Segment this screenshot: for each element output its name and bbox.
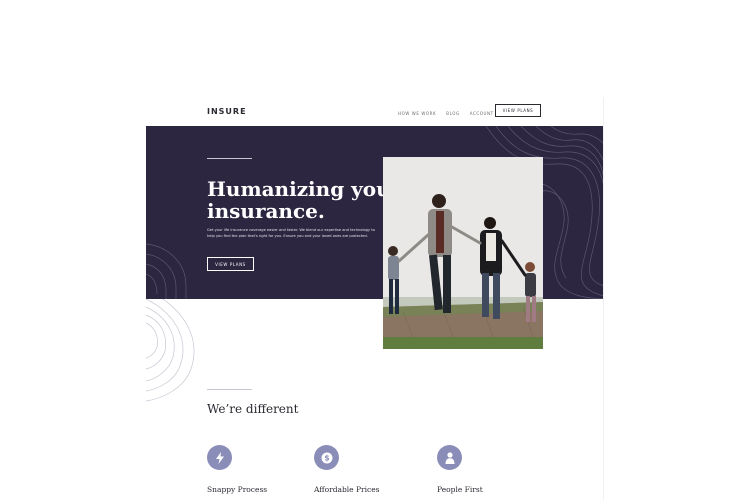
different-title: We’re different <box>207 402 299 416</box>
hero-description: Get your life insurance coverage easier … <box>207 228 375 238</box>
logo[interactable]: INSURE <box>207 107 247 116</box>
lower-line-pattern <box>146 299 195 402</box>
lightning-icon <box>207 445 232 470</box>
main-nav: HOW WE WORK BLOG ACCOUNT <box>398 111 494 116</box>
feature-label: Affordable Prices <box>314 485 380 494</box>
family-photo <box>383 157 543 349</box>
dollar-icon: $ <box>314 445 339 470</box>
feature-people-first: People First <box>437 445 483 494</box>
svg-text:$: $ <box>324 453 329 462</box>
page: INSURE HOW WE WORK BLOG ACCOUNT VIEW PLA… <box>146 97 604 500</box>
feature-label: People First <box>437 485 483 494</box>
page-edge <box>603 97 604 500</box>
family-illustration <box>383 157 543 349</box>
hero-divider <box>207 158 252 159</box>
feature-label: Snappy Process <box>207 485 268 494</box>
hero-title: Humanizing your insurance. <box>207 177 402 223</box>
feature-affordable-prices: $ Affordable Prices <box>314 445 380 494</box>
different-divider <box>207 389 252 390</box>
view-plans-hero-button[interactable]: VIEW PLANS <box>207 257 254 271</box>
view-plans-nav-button[interactable]: VIEW PLANS <box>495 104 541 117</box>
nav-how-we-work[interactable]: HOW WE WORK <box>398 111 436 116</box>
feature-snappy-process: Snappy Process <box>207 445 267 494</box>
nav-blog[interactable]: BLOG <box>446 111 459 116</box>
nav-account[interactable]: ACCOUNT <box>470 111 494 116</box>
person-icon <box>437 445 462 470</box>
